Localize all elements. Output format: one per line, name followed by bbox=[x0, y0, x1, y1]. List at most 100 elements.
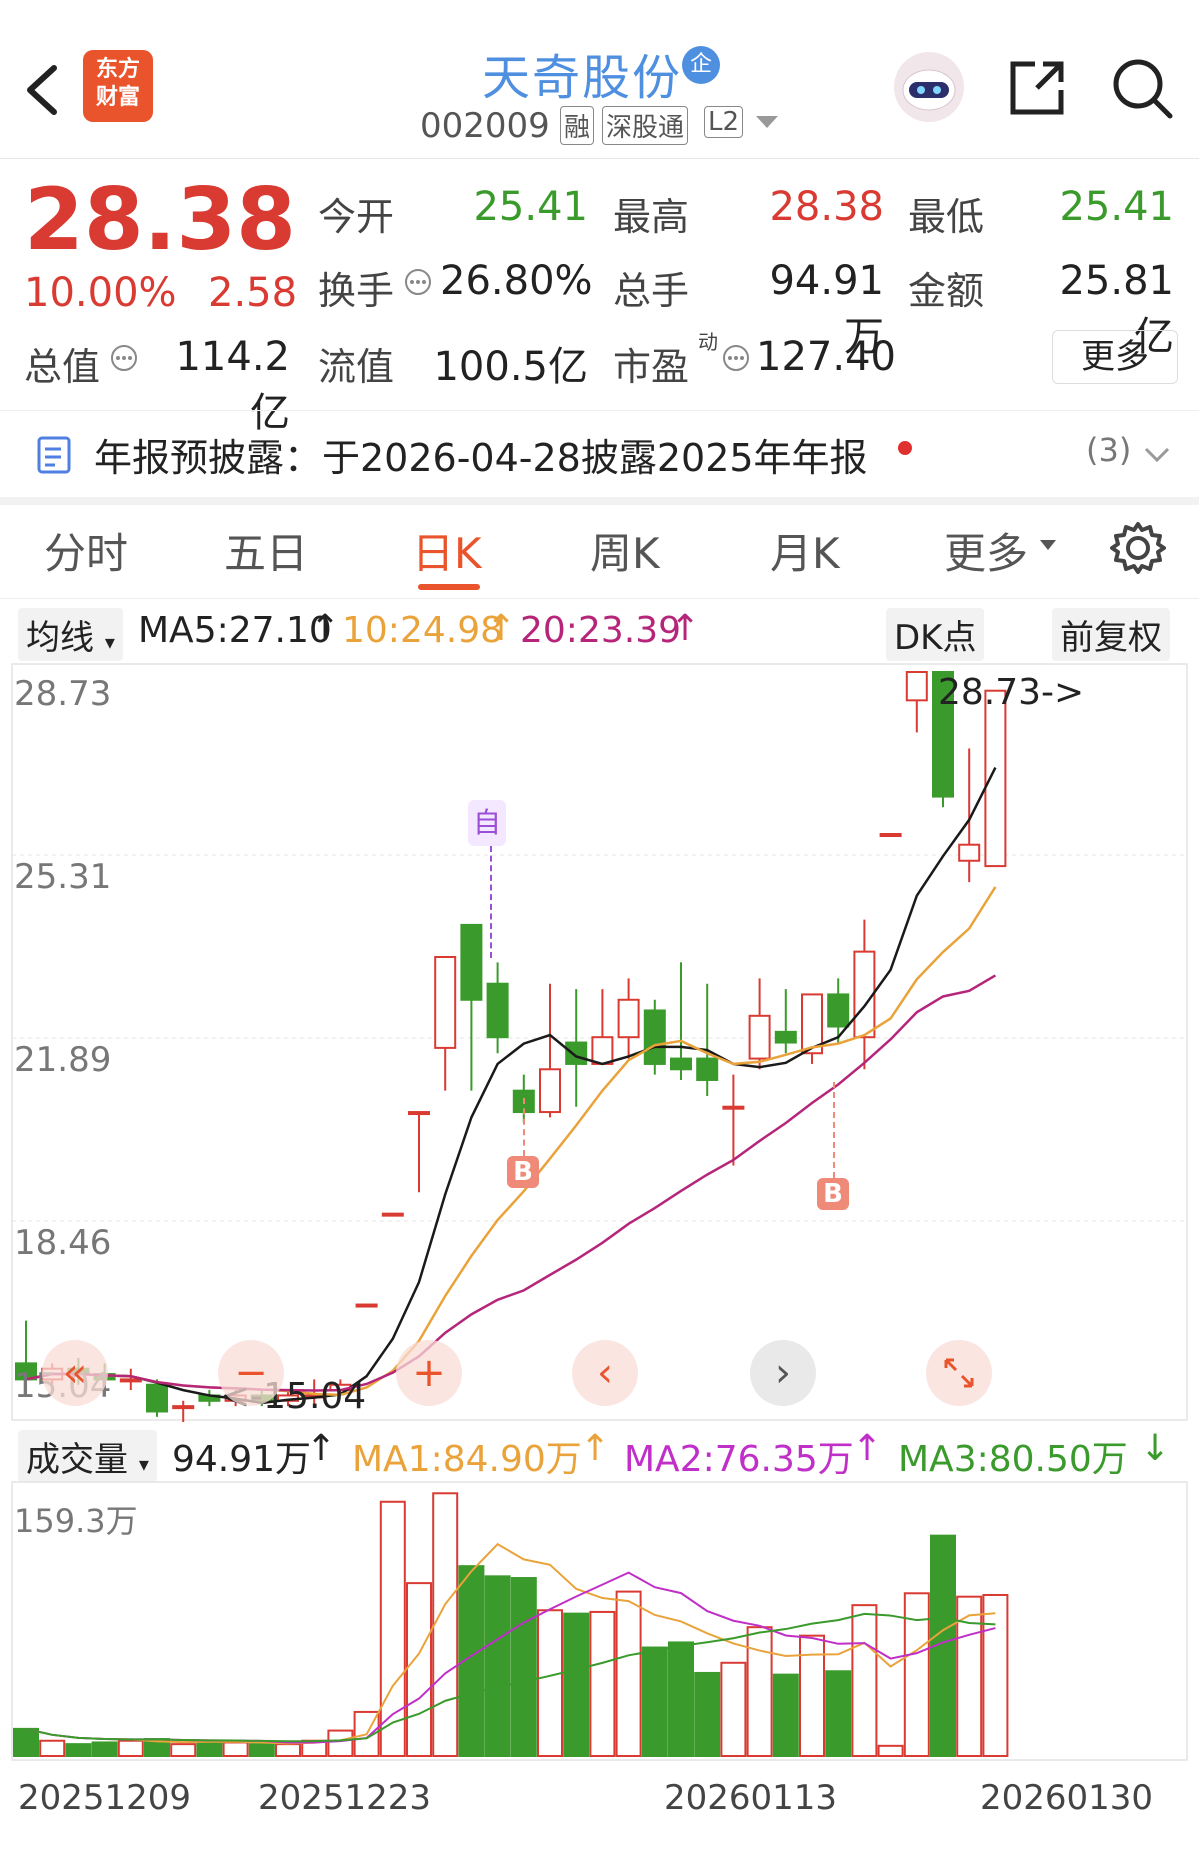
candle-body bbox=[617, 998, 640, 1039]
ma-selector[interactable]: 均线 ▾ bbox=[18, 608, 123, 661]
volume-chart[interactable] bbox=[0, 1480, 1199, 1762]
caret-down-icon[interactable] bbox=[756, 116, 778, 130]
zoom-out-button[interactable]: − bbox=[218, 1340, 284, 1406]
robot-assistant-icon[interactable] bbox=[892, 50, 966, 124]
date-label: 20251209 bbox=[18, 1778, 192, 1818]
ma5-up-arrow: ↑ bbox=[310, 608, 341, 649]
volume-bar bbox=[196, 1741, 223, 1757]
candle-body bbox=[643, 1009, 666, 1065]
notice-bar[interactable]: 年报预披露：于2026-04-28披露2025年年报 (3) bbox=[0, 410, 1199, 505]
ma10-value: 10:24.98 bbox=[342, 610, 503, 651]
volume-bar bbox=[379, 1500, 406, 1758]
buy-tag[interactable]: B bbox=[817, 1178, 849, 1210]
volume-bar bbox=[589, 1610, 616, 1757]
chevron-down-icon[interactable] bbox=[1144, 447, 1170, 463]
candle-body bbox=[722, 1105, 745, 1110]
info-icon[interactable] bbox=[404, 268, 432, 296]
ma5-value: MA5:27.10 bbox=[138, 610, 332, 651]
tag-connect: 深股通 bbox=[602, 106, 689, 145]
tab-weekly-k[interactable]: 周K bbox=[590, 520, 660, 581]
volume-bar bbox=[91, 1741, 118, 1757]
turnover-label: 换手 bbox=[318, 269, 395, 313]
buy-line bbox=[833, 1082, 835, 1178]
pe-label: 市盈 bbox=[613, 345, 690, 389]
change-amount: 2.58 bbox=[208, 270, 298, 316]
volume-bar bbox=[432, 1492, 459, 1757]
scroll-left-fast-button[interactable]: « bbox=[42, 1340, 108, 1406]
volume-bar bbox=[641, 1646, 668, 1757]
candle-body bbox=[172, 1405, 195, 1410]
volume-label: 总手 bbox=[613, 269, 690, 313]
ma10-up-arrow: ↑ bbox=[486, 608, 517, 649]
volume-up-arrow: ↑ bbox=[306, 1428, 337, 1469]
expand-icon bbox=[944, 1358, 974, 1388]
volume-selector[interactable]: 成交量 ▾ bbox=[18, 1430, 157, 1483]
document-icon bbox=[37, 436, 71, 474]
settings-gear-icon[interactable] bbox=[1110, 520, 1166, 576]
volume-bar bbox=[39, 1739, 66, 1757]
candle-body bbox=[591, 1036, 614, 1065]
candle-body bbox=[958, 843, 981, 862]
volume-bar bbox=[720, 1661, 747, 1757]
more-button[interactable]: 更多 bbox=[1052, 330, 1178, 384]
active-tab-indicator bbox=[418, 584, 480, 590]
date-label: 20260130 bbox=[980, 1778, 1154, 1818]
tab-monthly-k[interactable]: 月K bbox=[770, 520, 840, 581]
price-axis-label: 28.73 bbox=[14, 674, 112, 714]
volume-bar bbox=[851, 1604, 878, 1757]
self-select-tag[interactable]: 自 bbox=[468, 800, 506, 846]
candlestick-chart[interactable] bbox=[0, 662, 1199, 1422]
tab-five-day[interactable]: 五日 bbox=[224, 520, 308, 581]
open-value: 25.41 bbox=[473, 184, 588, 230]
tab-more[interactable]: 更多 bbox=[944, 520, 1028, 581]
buy-tag[interactable]: B bbox=[507, 1156, 539, 1188]
fullscreen-button[interactable] bbox=[926, 1340, 992, 1406]
volume-bar bbox=[772, 1673, 799, 1758]
low-label: 最低 bbox=[908, 195, 985, 239]
eastmoney-logo: 东方 财富 bbox=[83, 50, 153, 122]
caret-down-icon[interactable] bbox=[1040, 540, 1056, 552]
candle-body bbox=[905, 671, 928, 702]
open-label: 今开 bbox=[318, 195, 395, 239]
volume-bar bbox=[327, 1729, 354, 1758]
volume-bar bbox=[484, 1575, 511, 1757]
share-icon[interactable] bbox=[1007, 58, 1067, 118]
pe-value: 127.40 bbox=[756, 334, 896, 380]
tab-intraday[interactable]: 分时 bbox=[44, 520, 128, 581]
enterprise-badge: 企 bbox=[682, 46, 720, 84]
volume-bar bbox=[117, 1739, 144, 1757]
info-icon[interactable] bbox=[722, 344, 750, 372]
volume-bar bbox=[248, 1743, 275, 1757]
tag-margin: 融 bbox=[560, 106, 595, 145]
dk-point-button[interactable]: DK点 bbox=[886, 608, 985, 661]
change-percent: 10.00% bbox=[24, 270, 177, 316]
volume-bar bbox=[563, 1612, 590, 1757]
volume-bar bbox=[537, 1609, 563, 1757]
candle-body bbox=[486, 982, 509, 1039]
candle-body bbox=[670, 1057, 692, 1071]
ma10-line bbox=[25, 886, 997, 1397]
high-label: 最高 bbox=[613, 195, 690, 239]
tab-daily-k[interactable]: 日K bbox=[412, 520, 482, 581]
stock-code: 002009 bbox=[420, 106, 550, 146]
scroll-left-button[interactable]: ‹ bbox=[572, 1340, 638, 1406]
unread-dot bbox=[898, 441, 912, 455]
volume-bar bbox=[275, 1743, 301, 1757]
scroll-right-button[interactable]: › bbox=[750, 1340, 816, 1406]
vol-ma2: MA2:76.35万 bbox=[624, 1439, 854, 1480]
zoom-in-button[interactable]: + bbox=[396, 1340, 462, 1406]
info-icon[interactable] bbox=[110, 344, 138, 372]
ma20-value: 20:23.39 bbox=[520, 610, 681, 651]
candle-body bbox=[879, 833, 902, 838]
back-arrow-icon[interactable] bbox=[22, 62, 62, 118]
candle-body bbox=[774, 1030, 797, 1044]
search-icon[interactable] bbox=[1110, 56, 1174, 120]
high-value: 28.38 bbox=[769, 184, 884, 230]
market-cap-label: 总值 bbox=[24, 345, 101, 389]
volume-bar bbox=[510, 1577, 537, 1757]
volume-axis-top: 159.3万 bbox=[14, 1502, 138, 1540]
ma5-line bbox=[25, 767, 997, 1405]
candle-body bbox=[696, 1057, 719, 1081]
adjust-button[interactable]: 前复权 bbox=[1052, 608, 1170, 661]
tag-level: L2 bbox=[704, 106, 744, 138]
